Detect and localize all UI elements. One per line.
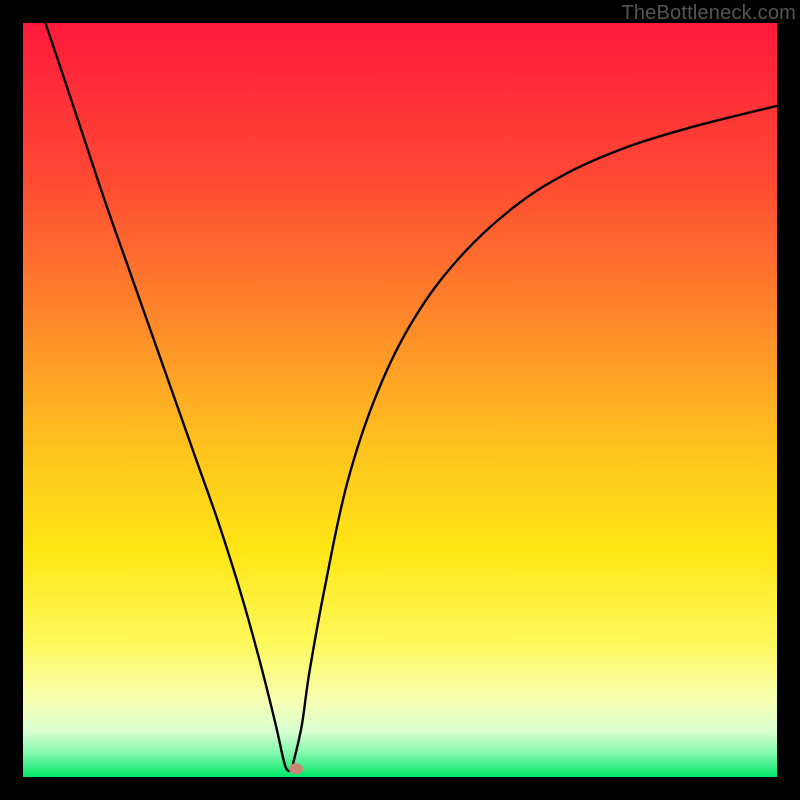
chart-svg xyxy=(23,23,777,777)
chart-frame xyxy=(23,23,777,777)
watermark-label: TheBottleneck.com xyxy=(621,2,796,25)
marker-dot xyxy=(289,763,303,774)
